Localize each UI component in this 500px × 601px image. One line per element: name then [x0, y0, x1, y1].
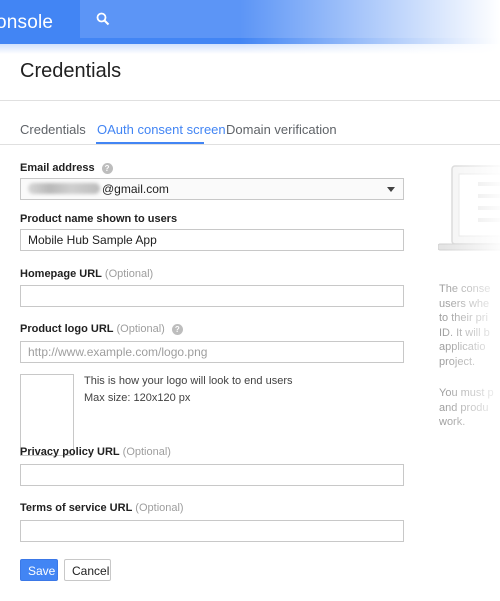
product-name-label-text: Product name shown to users: [20, 213, 178, 225]
side-paragraph-1: The conse users whe to their pri ID. It …: [439, 282, 490, 369]
email-label: Email address?: [20, 162, 113, 174]
homepage-url-label: Homepage URL (Optional): [20, 268, 153, 280]
save-button[interactable]: Save: [20, 559, 58, 581]
optional-tag: (Optional): [135, 502, 184, 514]
side-paragraph-2: You must p and produ work.: [439, 386, 494, 430]
side-line: users whe: [439, 297, 490, 310]
tabs-divider: [0, 144, 500, 145]
chevron-down-icon[interactable]: [387, 187, 395, 192]
side-line: ID. It will b: [439, 326, 490, 339]
obscured-email-username: [28, 183, 100, 194]
search-icon[interactable]: [96, 12, 110, 26]
top-bar-shadow: [0, 44, 500, 54]
product-name-field[interactable]: Mobile Hub Sample App: [20, 229, 404, 251]
laptop-illustration: [438, 165, 500, 251]
terms-of-service-url-label-text: Terms of service URL: [20, 502, 133, 514]
privacy-policy-url-field[interactable]: [20, 464, 404, 486]
help-icon[interactable]: ?: [101, 163, 113, 174]
tab-credentials[interactable]: Credentials: [20, 122, 86, 137]
product-logo-url-label: Product logo URL (Optional)?: [20, 323, 183, 335]
homepage-url-field[interactable]: [20, 285, 404, 307]
terms-of-service-url-label: Terms of service URL (Optional): [20, 502, 184, 514]
help-icon[interactable]: ?: [171, 324, 183, 335]
app-name[interactable]: onsole: [0, 0, 80, 44]
active-tab-indicator: [96, 142, 204, 144]
side-line: work.: [439, 416, 466, 428]
search-box[interactable]: [80, 0, 500, 38]
product-logo-url-field[interactable]: http://www.example.com/logo.png: [20, 341, 404, 363]
privacy-policy-url-label: Privacy policy URL (Optional): [20, 446, 171, 458]
page-title: Credentials: [20, 60, 122, 82]
tab-domain-verification[interactable]: Domain verification: [226, 122, 337, 137]
product-logo-url-label-text: Product logo URL: [20, 323, 114, 335]
optional-tag: (Optional): [116, 323, 165, 335]
privacy-policy-url-label-text: Privacy policy URL: [20, 446, 120, 458]
side-line: to their pri: [439, 312, 488, 324]
product-logo-url-placeholder: http://www.example.com/logo.png: [28, 345, 208, 359]
side-line: project.: [439, 355, 476, 368]
logo-max-size: Max size: 120x120 px: [84, 392, 191, 404]
email-domain: @gmail.com: [102, 182, 169, 196]
top-bar: onsole: [0, 0, 500, 44]
side-line: applicatio: [439, 341, 486, 353]
cancel-button[interactable]: Cancel: [64, 559, 111, 581]
logo-preview: [20, 374, 74, 456]
divider: [0, 100, 500, 101]
side-line: You must p: [439, 387, 494, 399]
tab-bar: Credentials OAuth consent screen Domain …: [0, 116, 500, 146]
side-line: The conse: [439, 283, 491, 295]
email-label-text: Email address: [20, 162, 95, 174]
product-name-label: Product name shown to users: [20, 213, 177, 225]
tab-oauth-consent-screen[interactable]: OAuth consent screen: [97, 122, 226, 137]
email-select[interactable]: @gmail.com: [20, 178, 404, 200]
homepage-url-label-text: Homepage URL: [20, 268, 102, 280]
side-panel: The conse users whe to their pri ID. It …: [420, 150, 500, 450]
side-line: and produ: [439, 401, 489, 414]
terms-of-service-url-field[interactable]: [20, 520, 404, 542]
email-value: @gmail.com: [28, 179, 169, 199]
optional-tag: (Optional): [122, 446, 171, 458]
logo-preview-hint: This is how your logo will look to end u…: [84, 375, 293, 387]
product-name-value: Mobile Hub Sample App: [28, 233, 157, 247]
optional-tag: (Optional): [104, 268, 154, 280]
